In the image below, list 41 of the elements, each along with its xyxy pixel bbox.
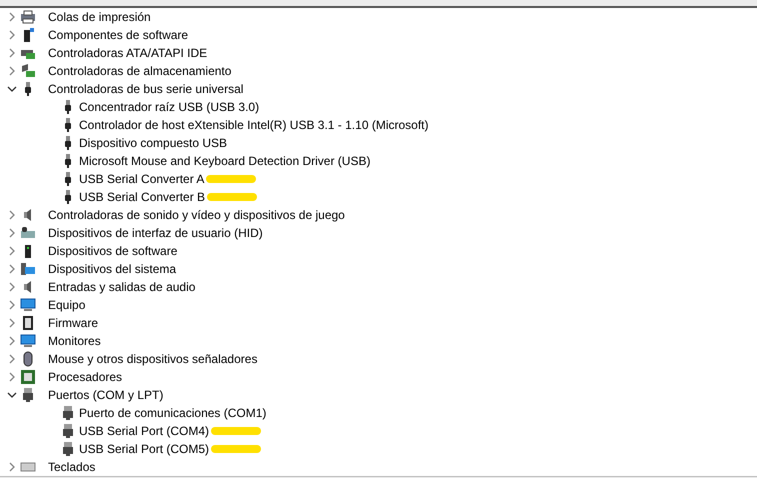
tree-item[interactable]: Colas de impresión <box>48 8 151 26</box>
tree-item[interactable]: Procesadores <box>48 368 122 386</box>
tree-item[interactable]: Controladoras de sonido y vídeo y dispositivos de juego <box>48 206 345 224</box>
tree-item[interactable]: USB Serial Converter A <box>79 170 204 188</box>
tree-item[interactable]: Puerto de comunicaciones (COM1) <box>79 404 266 422</box>
tree-item[interactable]: Teclados <box>48 458 96 476</box>
computer-icon <box>20 261 36 277</box>
tree-item[interactable]: Entradas y salidas de audio <box>48 278 196 296</box>
tree-item[interactable]: Puertos (COM y LPT) <box>48 386 164 404</box>
tree-item[interactable]: USB Serial Port (COM5) <box>79 440 210 458</box>
tree-item[interactable]: Microsoft Mouse and Keyboard Detection Driver (USB) <box>79 152 370 170</box>
tree-item[interactable]: Controladoras de bus serie universal <box>48 80 244 98</box>
tree-item[interactable]: Dispositivos de interfaz de usuario (HID) <box>48 224 263 242</box>
tree-item[interactable]: Monitores <box>48 332 101 350</box>
tree-item[interactable]: USB Serial Port (COM4) <box>79 422 210 440</box>
tree-item[interactable]: Mouse y otros dispositivos señaladores <box>48 350 258 368</box>
tree-item[interactable]: Equipo <box>48 296 86 314</box>
tree-item[interactable]: Componentes de software <box>48 26 188 44</box>
chevron-right-icon[interactable] <box>7 462 17 472</box>
keyboard-mouse-icon <box>20 225 36 241</box>
chip-icon <box>20 315 36 331</box>
serial-port-icon <box>60 423 76 439</box>
processor-icon <box>20 369 36 385</box>
monitor-icon <box>20 297 36 313</box>
tree-item[interactable]: Dispositivos del sistema <box>48 260 176 278</box>
serial-port-icon <box>60 441 76 457</box>
chevron-down-icon[interactable] <box>7 390 17 400</box>
printer-icon <box>20 9 36 25</box>
chevron-down-icon[interactable] <box>7 84 17 94</box>
tree-item[interactable]: Controladoras ATA/ATAPI IDE <box>48 44 208 62</box>
tree-item[interactable]: Controladoras de almacenamiento <box>48 62 232 80</box>
tree-item[interactable]: Firmware <box>48 314 98 332</box>
storage-icon <box>20 63 36 79</box>
serial-port-icon <box>60 405 76 421</box>
tree-item[interactable]: Dispositivo compuesto USB <box>79 134 228 152</box>
serial-port-icon <box>20 387 36 403</box>
monitor-icon <box>20 333 36 349</box>
tree-item[interactable]: Dispositivos de software <box>48 242 178 260</box>
tree-item[interactable]: USB Serial Converter B <box>79 188 206 206</box>
tree-item[interactable]: Concentrador raíz USB (USB 3.0) <box>79 98 260 116</box>
tree-item[interactable]: Controlador de host eXtensible Intel(R) USB 3.1 - 1.10 (Microsoft) <box>79 116 428 134</box>
